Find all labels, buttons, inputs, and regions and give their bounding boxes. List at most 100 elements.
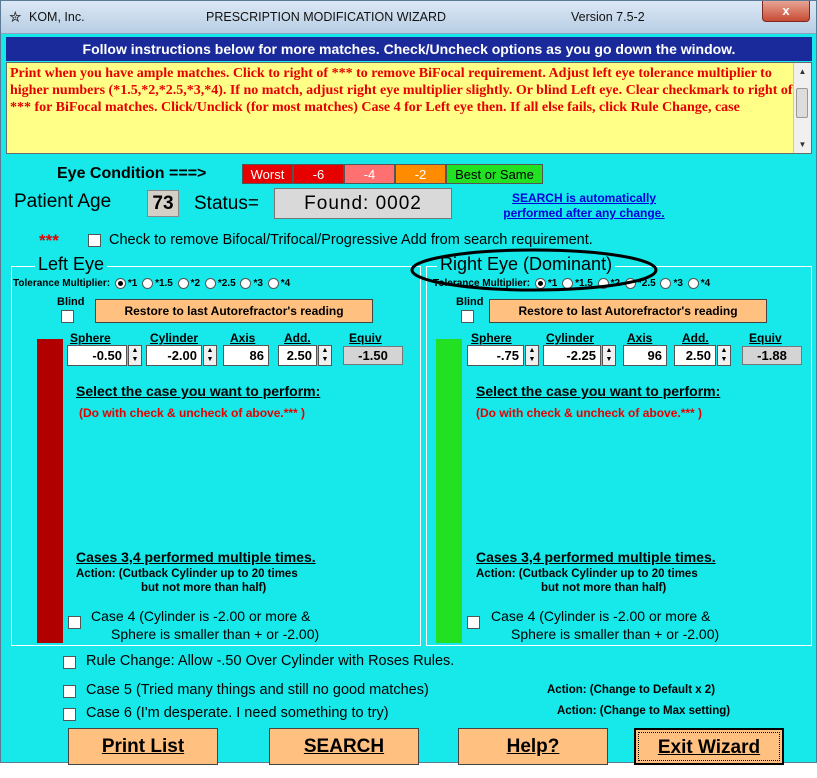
legend-minus4: -4 (344, 164, 395, 184)
right-mult-radio-3[interactable] (660, 278, 672, 289)
search-note-line2: performed after any change. (503, 206, 665, 220)
left-add-input[interactable]: 2.50 (278, 345, 317, 366)
left-sphere-spinner[interactable]: ▲ ▼ (128, 345, 142, 366)
scroll-down-icon[interactable]: ▼ (794, 136, 811, 153)
left-do-with-note: (Do with check & uncheck of above.*** ) (79, 406, 306, 420)
legend-worst: Worst (242, 164, 293, 184)
spin-up-icon[interactable]: ▲ (718, 346, 730, 355)
rule-change-checkbox[interactable] (63, 656, 76, 669)
right-cylinder-input[interactable]: -2.25 (543, 345, 601, 366)
case5-checkbox[interactable] (63, 685, 76, 698)
right-eye-color-bar (436, 339, 462, 643)
right-sphere-input[interactable]: -.75 (467, 345, 524, 366)
left-mult-label-1: *1 (127, 278, 138, 290)
left-mult-label-1.5: *1.5 (155, 278, 173, 290)
left-blind-checkbox[interactable] (61, 310, 74, 323)
scroll-thumb[interactable] (796, 88, 808, 118)
case6-checkbox[interactable] (63, 708, 76, 721)
left-tolerance-label: Tolerance Multiplier: (13, 278, 111, 290)
left-add-spinner[interactable]: ▲ ▼ (318, 345, 332, 366)
search-note: SEARCH is automatically performed after … (489, 191, 679, 221)
left-mult-label-3: *3 (253, 278, 263, 290)
left-case4-checkbox[interactable] (68, 616, 81, 629)
version-label: Version 7.5-2 (571, 10, 645, 24)
left-mult-label-2.5: *2.5 (217, 278, 236, 290)
right-axis-input[interactable]: 96 (623, 345, 667, 366)
left-cylinder-spinner[interactable]: ▲ ▼ (203, 345, 217, 366)
left-mult-radio-1.5[interactable] (142, 278, 154, 289)
right-cylinder-header: Cylinder (546, 331, 595, 345)
left-sphere-input[interactable]: -0.50 (67, 345, 127, 366)
search-button[interactable]: SEARCH (269, 728, 419, 765)
left-blind-label: Blind (57, 296, 85, 308)
left-case4-line1: Case 4 (Cylinder is -2.00 or more & (91, 608, 311, 624)
left-cylinder-header: Cylinder (150, 331, 199, 345)
case5-action: Action: (Change to Default x 2) (547, 684, 716, 696)
left-restore-button[interactable]: Restore to last Autorefractor's reading (95, 299, 373, 323)
legend-minus6: -6 (293, 164, 344, 184)
left-eye-title: Left Eye (35, 254, 108, 275)
right-case4-checkbox[interactable] (467, 616, 480, 629)
right-mult-radio-4[interactable] (687, 278, 699, 289)
case5-label: Case 5 (Tried many things and still no g… (86, 682, 429, 698)
right-action-note-2: but not more than half) (541, 582, 667, 594)
close-button[interactable]: x (762, 1, 810, 22)
case6-label: Case 6 (I'm desperate. I need something … (86, 705, 389, 721)
spin-down-icon[interactable]: ▼ (204, 355, 216, 364)
app-icon: ✮ (9, 9, 22, 26)
instructions-header: Follow instructions below for more match… (6, 37, 812, 61)
spin-down-icon[interactable]: ▼ (603, 355, 615, 364)
annotation-ellipse (410, 248, 658, 292)
left-mult-radio-4[interactable] (267, 278, 279, 289)
instructions-scrollbar[interactable]: ▲ ▼ (793, 63, 811, 153)
legend-minus2: -2 (395, 164, 446, 184)
left-action-note-2: but not more than half) (141, 582, 267, 594)
right-axis-header: Axis (627, 331, 653, 345)
instructions-text: Print when you have ample matches. Click… (10, 66, 793, 115)
spin-up-icon[interactable]: ▲ (204, 346, 216, 355)
left-cases-title: Cases 3,4 performed multiple times. (76, 549, 316, 565)
spin-down-icon[interactable]: ▼ (129, 355, 141, 364)
left-mult-label-4: *4 (280, 278, 291, 290)
right-add-input[interactable]: 2.50 (674, 345, 716, 366)
bifocal-stars: *** (39, 231, 59, 250)
bifocal-checkbox[interactable] (88, 234, 101, 247)
right-add-spinner[interactable]: ▲ ▼ (717, 345, 731, 366)
bifocal-label: Check to remove Bifocal/Trifocal/Progres… (109, 232, 593, 248)
title-bar[interactable]: ✮ KOM, Inc. PRESCRIPTION MODIFICATION WI… (1, 1, 816, 34)
left-eye-color-bar (37, 339, 63, 643)
spin-down-icon[interactable]: ▼ (718, 355, 730, 364)
spin-down-icon[interactable]: ▼ (526, 355, 538, 364)
left-equiv-header: Equiv (349, 331, 382, 345)
right-sphere-header: Sphere (471, 331, 512, 345)
left-mult-radio-2.5[interactable] (204, 278, 216, 289)
spin-up-icon[interactable]: ▲ (129, 346, 141, 355)
help-button[interactable]: Help? (458, 728, 608, 765)
left-action-note-1: Action: (Cutback Cylinder up to 20 times (76, 568, 298, 580)
left-add-header: Add. (284, 331, 311, 345)
exit-wizard-button[interactable]: Exit Wizard (634, 728, 784, 765)
spin-down-icon[interactable]: ▼ (319, 355, 331, 364)
status-label: Status= (194, 193, 259, 214)
left-axis-input[interactable]: 86 (223, 345, 269, 366)
right-cylinder-spinner[interactable]: ▲ ▼ (602, 345, 616, 366)
right-select-case-label: Select the case you want to perform: (476, 383, 721, 399)
right-equiv-value: -1.88 (742, 346, 802, 365)
left-mult-radio-3[interactable] (240, 278, 252, 289)
right-restore-button[interactable]: Restore to last Autorefractor's reading (489, 299, 767, 323)
right-sphere-spinner[interactable]: ▲ ▼ (525, 345, 539, 366)
scroll-up-icon[interactable]: ▲ (794, 63, 811, 80)
help-label: Help? (506, 736, 560, 757)
left-case4-line2: Sphere is smaller than + or -2.00) (111, 626, 320, 642)
right-blind-checkbox[interactable] (461, 310, 474, 323)
left-cylinder-input[interactable]: -2.00 (146, 345, 202, 366)
instructions-textarea[interactable]: Print when you have ample matches. Click… (6, 62, 812, 154)
print-list-button[interactable]: Print List (68, 728, 218, 765)
spin-up-icon[interactable]: ▲ (526, 346, 538, 355)
spin-up-icon[interactable]: ▲ (319, 346, 331, 355)
case6-action: Action: (Change to Max setting) (557, 705, 731, 717)
left-mult-radio-1[interactable] (114, 278, 126, 289)
left-mult-radio-2[interactable] (177, 278, 189, 289)
spin-up-icon[interactable]: ▲ (603, 346, 615, 355)
close-icon: x (782, 3, 790, 18)
